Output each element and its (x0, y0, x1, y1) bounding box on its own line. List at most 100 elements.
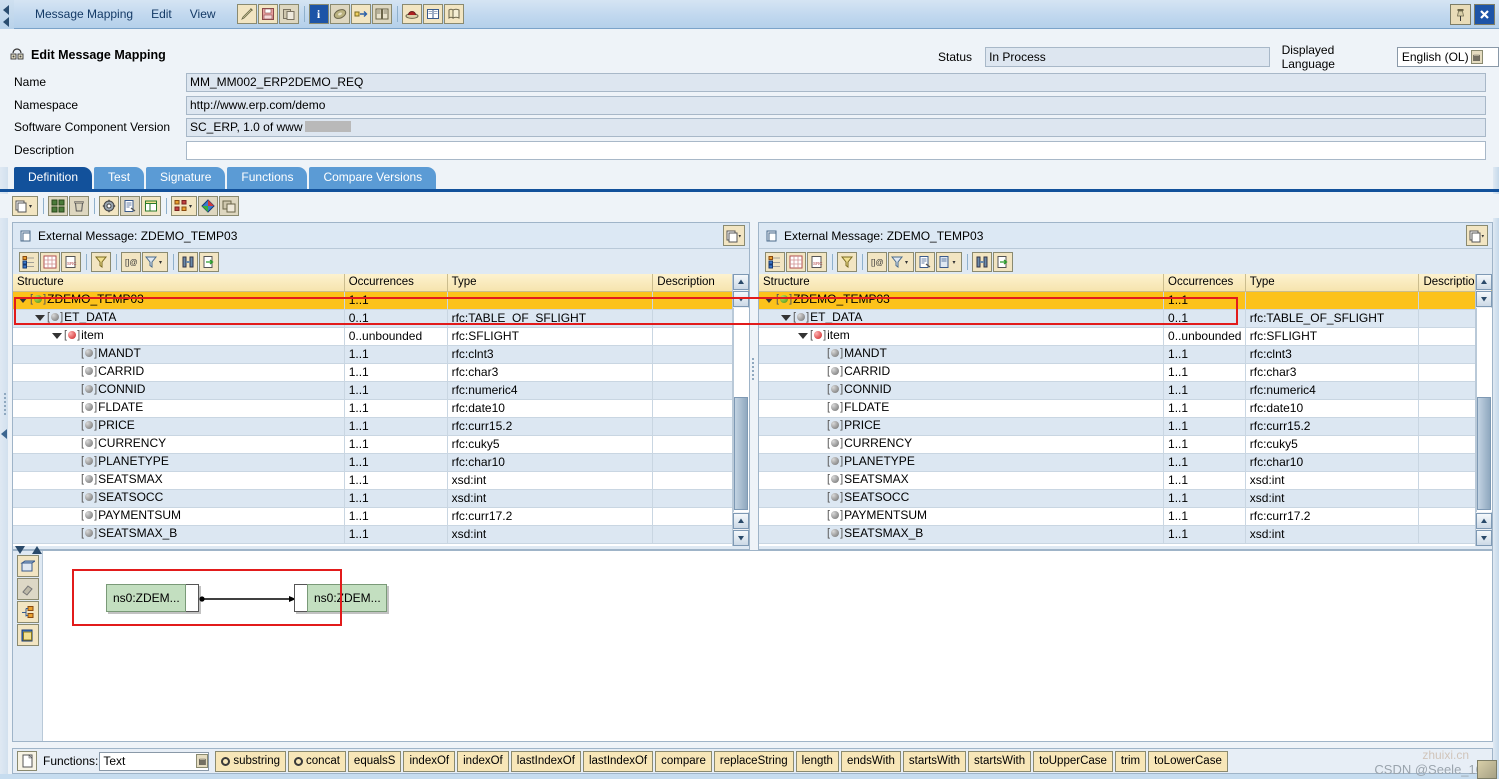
tree-row-seatsmax-b[interactable]: [] SEATSMAX_B 1..1 xsd:int (13, 525, 749, 544)
info-icon[interactable]: i (308, 4, 329, 24)
tree-row-mandt[interactable]: [] MANDT 1..1 rfc:clnt3 (13, 345, 749, 364)
select-displayed-language[interactable]: English (OL) ▤ (1396, 47, 1499, 67)
function-button-concat[interactable]: concat (288, 750, 346, 772)
tree-row-zdemo-temp03[interactable]: [] ZDEMO_TEMP03 1..1 (13, 291, 749, 310)
scroll-up-arrow-icon-2[interactable] (733, 513, 749, 529)
tree-row-planetype[interactable]: [] PLANETYPE 1..1 rfc:char10 (13, 453, 749, 472)
filter-icon[interactable] (91, 251, 111, 272)
tree-row-seatsmax-b[interactable]: [] SEATSMAX_B 1..1 xsd:int (759, 525, 1492, 544)
close-icon[interactable] (1474, 4, 1495, 25)
tree-row-paymentsum[interactable]: [] PAYMENTSUM 1..1 rfc:curr17.2 (759, 507, 1492, 526)
tree-row-price[interactable]: [] PRICE 1..1 rfc:curr15.2 (759, 417, 1492, 436)
col-structure[interactable]: Structure (13, 274, 345, 292)
document-dropdown-icon[interactable] (936, 251, 962, 272)
tree-row-price[interactable]: [] PRICE 1..1 rfc:curr15.2 (13, 417, 749, 436)
function-button-startswith[interactable]: startsWith (902, 750, 967, 772)
mapping-node-target-port[interactable] (294, 584, 307, 612)
find-icon[interactable] (178, 251, 198, 272)
document-properties-icon[interactable] (120, 196, 140, 216)
filter-dropdown-icon[interactable] (142, 251, 168, 272)
tree-expand-collapse-icon[interactable] (51, 330, 62, 341)
function-button-replacestring[interactable]: replaceString (713, 750, 794, 772)
save-floppy-icon[interactable] (257, 4, 278, 24)
mapping-node-source[interactable]: ns0:ZDEM... (106, 584, 199, 612)
color-legend-icon[interactable] (198, 196, 218, 216)
tree-row-fldate[interactable]: [] FLDATE 1..1 rfc:date10 (13, 399, 749, 418)
tab-test[interactable]: Test (94, 167, 145, 189)
expand-structure-icon-2[interactable] (765, 251, 785, 272)
tree-row-zdemo-temp03[interactable]: [] ZDEMO_TEMP03 1..1 (759, 291, 1492, 310)
functions-category-select[interactable]: Text ▤ (99, 751, 210, 771)
documentation-icon[interactable] (422, 4, 443, 24)
tree-row-carrid[interactable]: [] CARRID 1..1 rfc:char3 (759, 363, 1492, 382)
input-description[interactable] (186, 140, 1486, 160)
scroll-up-arrow-icon-3[interactable] (1476, 274, 1492, 290)
tree-expand-collapse-icon[interactable] (780, 312, 791, 323)
tree-row-currency[interactable]: [] CURRENCY 1..1 rfc:cuky5 (13, 435, 749, 454)
scroll-thumb-2[interactable] (1477, 397, 1491, 510)
input-software-component-version[interactable]: SC_ERP, 1.0 of www (186, 117, 1486, 137)
grid-icon[interactable] (48, 196, 68, 216)
function-button-trim[interactable]: trim (1114, 750, 1147, 772)
delete-trash-icon[interactable] (69, 196, 89, 216)
history-icon[interactable] (443, 4, 464, 24)
function-button-length[interactable]: length (795, 750, 839, 772)
source-view-icon[interactable]: SRC (61, 251, 81, 272)
menu-edit[interactable]: Edit (142, 3, 181, 25)
eraser-icon[interactable] (16, 578, 39, 600)
input-namespace[interactable]: http://www.erp.com/demo (186, 95, 1486, 115)
tab-signature[interactable]: Signature (146, 167, 226, 189)
copy-icon[interactable] (278, 4, 299, 24)
structure-graph-icon[interactable] (16, 601, 39, 623)
detach-window-icon-2[interactable] (1466, 225, 1488, 246)
tree-row-connid[interactable]: [] CONNID 1..1 rfc:numeric4 (13, 381, 749, 400)
filter-icon-2[interactable] (837, 251, 857, 272)
structure-icon[interactable] (171, 196, 197, 216)
input-name[interactable]: MM_MM002_ERP2DEMO_REQ (186, 72, 1486, 92)
tree-source-scrollbar[interactable] (732, 274, 749, 546)
tree-row-seatsocc[interactable]: [] SEATSOCC 1..1 xsd:int (13, 489, 749, 508)
function-button-indexof[interactable]: indexOf (403, 750, 456, 772)
function-button-lastindexof[interactable]: lastIndexOf (582, 750, 654, 772)
tree-row-currency[interactable]: [] CURRENCY 1..1 rfc:cuky5 (759, 435, 1492, 454)
detach-window-icon[interactable] (723, 225, 745, 246)
tree-row-mandt[interactable]: [] MANDT 1..1 rfc:clnt3 (759, 345, 1492, 364)
panel-splitter-vertical[interactable] (751, 350, 756, 390)
filter-dropdown-icon-2[interactable] (888, 251, 914, 272)
tree-expand-collapse-icon[interactable] (797, 330, 808, 341)
grid-toggle-icon[interactable] (40, 251, 60, 272)
grid-toggle-icon-2[interactable] (786, 251, 806, 272)
function-button-endswith[interactable]: endsWith (840, 750, 901, 772)
mapping-node-source-port[interactable] (186, 584, 199, 612)
col-type[interactable]: Type (447, 274, 654, 292)
document-icon-functions[interactable] (17, 751, 37, 771)
scroll-up-arrow-icon[interactable] (733, 274, 749, 290)
tree-row-item[interactable]: [] item 0..unbounded rfc:SFLIGHT (13, 327, 749, 346)
tree-row-et-data[interactable]: [] ET_DATA 0..1 rfc:TABLE_OF_SFLIGHT (13, 309, 749, 328)
expand-structure-icon[interactable] (19, 251, 39, 272)
function-button-lastindexof[interactable]: lastIndexOf (510, 750, 581, 772)
col-type-2[interactable]: Type (1245, 274, 1420, 292)
tree-target-scrollbar[interactable] (1475, 274, 1492, 546)
tree-row-seatsocc[interactable]: [] SEATSOCC 1..1 xsd:int (759, 489, 1492, 508)
function-button-tolowercase[interactable]: toLowerCase (1148, 750, 1228, 772)
pencil-edit-icon[interactable] (236, 4, 257, 24)
tree-row-connid[interactable]: [] CONNID 1..1 rfc:numeric4 (759, 381, 1492, 400)
tab-functions[interactable]: Functions (227, 167, 308, 189)
clipboard-icon[interactable] (16, 624, 39, 646)
col-occurrences-2[interactable]: Occurrences (1163, 274, 1246, 292)
tree-row-carrid[interactable]: [] CARRID 1..1 rfc:char3 (13, 363, 749, 382)
document-icon[interactable] (915, 251, 935, 272)
export-icon[interactable] (199, 251, 219, 272)
scroll-down-arrow-icon[interactable] (733, 530, 749, 546)
col-occurrences[interactable]: Occurrences (344, 274, 448, 292)
tree-expand-collapse-icon[interactable] (17, 294, 28, 305)
menu-view[interactable]: View (181, 3, 225, 25)
scroll-thumb[interactable] (734, 397, 748, 510)
mapping-canvas[interactable]: ns0:ZDEM... ns0:ZDEM... (44, 551, 1492, 741)
pin-icon[interactable] (1450, 4, 1471, 25)
tree-row-fldate[interactable]: [] FLDATE 1..1 rfc:date10 (759, 399, 1492, 418)
col-structure-2[interactable]: Structure (759, 274, 1165, 292)
mapping-collapse-arrows-icon[interactable] (14, 544, 48, 556)
tree-expand-collapse-icon[interactable] (34, 312, 45, 323)
